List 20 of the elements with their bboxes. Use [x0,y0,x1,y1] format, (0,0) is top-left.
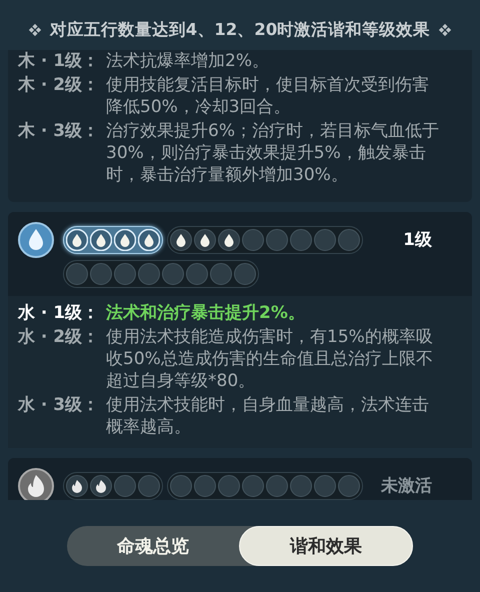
effect-label: 水 · 2级： [18,326,100,349]
effect-text: 法术抗爆率增加2%。 [106,50,270,72]
effect-text: 使用法术技能造成伤害时，有15%的概率吸收50%总造成伤害的生命值且总治疗上限不超过自身等级*80。 [106,326,434,392]
ornament-icon [28,23,42,37]
effect-text: 使用法术技能时，自身血量越高，法术连击概率越高。 [106,394,430,438]
effect-label: 木 · 3级： [18,120,100,143]
effect-text: 法术和治疗暴击提升2%。 [106,302,306,324]
header-title: 对应五行数量达到4、12、20时激活谐和等级效果 [50,19,430,41]
tab[interactable]: 命魂总览 [67,526,239,566]
effect-label: 木 · 2级： [18,74,100,97]
effect-text: 治疗效果提升6%；治疗时，若目标气血低于30%，则治疗暴击效果提升5%，触发暴击时，暴击治疗量额外增加30%。 [106,120,440,186]
level-status: 未激活 [381,475,432,497]
effect-text: 使用技能复活目标时，使目标首次受到伤害降低50%，冷却3回合。 [106,74,430,118]
effect-label: 水 · 1级： [18,302,100,324]
ornament-icon [438,23,452,37]
level-status: 1级 [403,229,432,251]
tab[interactable]: 谐和效果 [239,526,413,566]
water-drop-icon [18,222,54,258]
effect-label: 木 · 1级： [18,50,100,72]
effect-label: 水 · 3级： [18,394,100,417]
